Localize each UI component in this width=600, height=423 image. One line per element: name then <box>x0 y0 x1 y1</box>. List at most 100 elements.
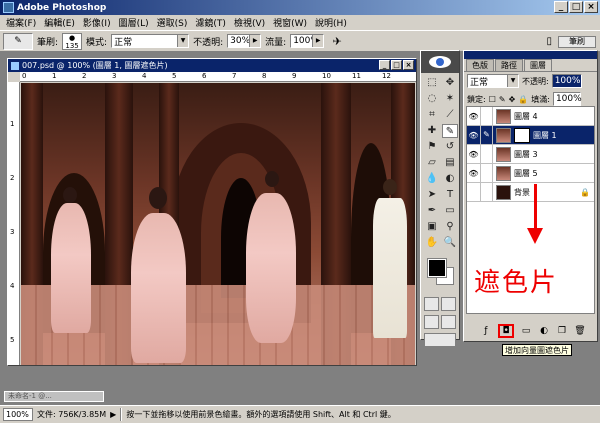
brushes-palette-tab[interactable]: 筆刷 <box>558 35 596 48</box>
close-button[interactable]: × <box>584 1 598 13</box>
jump-to-imageready-button[interactable] <box>424 333 456 347</box>
zoom-tool-icon[interactable]: 🔍 <box>442 236 458 250</box>
layer-opacity-input[interactable]: 100% <box>551 74 582 88</box>
document-title-bar[interactable]: 007.psd @ 100% (圖層 1, 圖層遮色片) _ □ × <box>8 59 416 72</box>
layer-row[interactable]: 👁 圖層 3 <box>467 145 594 164</box>
lock-position-icon[interactable]: ✥ <box>509 95 516 104</box>
opacity-value: 30% <box>230 36 251 46</box>
minimize-button[interactable]: _ <box>554 1 568 13</box>
path-selection-tool-icon[interactable]: ➤ <box>424 188 440 202</box>
palette-title-bar[interactable] <box>464 51 597 59</box>
layer-row[interactable]: 👁 圖層 5 <box>467 164 594 183</box>
airbrush-icon[interactable]: ✈ <box>328 33 346 50</box>
layer-mask-thumbnail[interactable] <box>514 127 530 143</box>
tab-layers[interactable]: 圖層 <box>524 59 552 71</box>
move-tool-icon[interactable]: ✥ <box>442 76 458 90</box>
magic-wand-tool-icon[interactable]: ✶ <box>442 92 458 106</box>
hand-tool-icon[interactable]: ✋ <box>424 236 440 250</box>
new-set-icon[interactable]: ▭ <box>520 326 532 337</box>
lock-pixels-icon[interactable]: ✎ <box>499 95 506 104</box>
marquee-tool-icon[interactable]: ⬚ <box>424 76 440 90</box>
menu-edit[interactable]: 編輯(E) <box>40 16 79 29</box>
layer-link-cell[interactable] <box>481 164 493 182</box>
notes-tool-icon[interactable]: ▣ <box>424 220 440 234</box>
flow-label: 流量: <box>265 37 287 48</box>
brush-tool-icon[interactable]: ✎ <box>442 124 458 138</box>
fill-input[interactable]: 100% <box>552 92 582 106</box>
tool-preset-picker[interactable]: ✎ <box>3 32 33 50</box>
dodge-tool-icon[interactable]: ◐ <box>442 172 458 186</box>
new-layer-icon[interactable]: ❐ <box>556 326 568 337</box>
brush-picker[interactable]: ● 135 <box>62 32 83 50</box>
adjustment-layer-icon[interactable]: ◐ <box>538 326 550 337</box>
ruler-v-tick: 5 <box>10 336 15 344</box>
layer-link-cell[interactable] <box>481 145 493 163</box>
history-brush-tool-icon[interactable]: ↺ <box>442 140 458 154</box>
layer-style-icon[interactable]: ƒ <box>480 326 492 337</box>
lock-transparency-icon[interactable]: ☐ <box>489 95 496 104</box>
blend-mode-select[interactable]: 正常 ▼ <box>467 74 519 88</box>
layer-name: 圖層 3 <box>514 149 538 159</box>
menu-layer[interactable]: 圖層(L) <box>115 16 153 29</box>
eyedropper-tool-icon[interactable]: ⚲ <box>442 220 458 234</box>
opacity-input[interactable]: 30% ▶ <box>227 34 262 48</box>
layer-thumbnail <box>496 108 511 124</box>
horizontal-ruler[interactable]: 0 1 2 3 4 5 6 7 8 9 10 11 12 <box>20 72 416 82</box>
trash-icon[interactable]: 🗑 <box>574 326 586 337</box>
brush-label: 筆刷: <box>37 37 59 48</box>
zoom-input[interactable]: 100% <box>3 408 33 421</box>
layer-row[interactable]: 背景 🔒 <box>467 183 594 202</box>
menu-window[interactable]: 視窗(W) <box>269 16 311 29</box>
menu-view[interactable]: 檢視(V) <box>230 16 269 29</box>
toolbox-header[interactable] <box>421 51 459 73</box>
document-window: 007.psd @ 100% (圖層 1, 圖層遮色片) _ □ × 0 1 2… <box>7 58 417 366</box>
eye-visibility-cell[interactable] <box>467 183 481 201</box>
status-arrow-icon[interactable]: ▶ <box>110 410 116 419</box>
shape-tool-icon[interactable]: ▭ <box>442 204 458 218</box>
mode-select[interactable]: 正常 ▼ <box>111 34 190 48</box>
menu-help[interactable]: 說明(H) <box>311 16 351 29</box>
eraser-tool-icon[interactable]: ▱ <box>424 156 440 170</box>
full-screen-mode-button[interactable] <box>441 315 456 329</box>
menu-filter[interactable]: 濾鏡(T) <box>191 16 230 29</box>
type-tool-icon[interactable]: T <box>442 188 458 202</box>
layer-row[interactable]: 👁 ✎ 圖層 1 <box>467 126 594 145</box>
flow-input[interactable]: 100% ▶ <box>290 34 325 48</box>
lock-all-icon[interactable]: 🔒 <box>518 95 528 104</box>
crop-tool-icon[interactable]: ⌗ <box>424 108 440 122</box>
layer-link-cell[interactable] <box>481 183 493 201</box>
image-canvas[interactable] <box>21 83 415 365</box>
menu-file[interactable]: 檔案(F) <box>2 16 40 29</box>
healing-brush-tool-icon[interactable]: ✚ <box>424 124 440 138</box>
doc-minimize-button[interactable]: _ <box>379 60 390 70</box>
tab-channels[interactable]: 色版 <box>466 59 494 71</box>
ruler-h-tick: 1 <box>52 72 57 80</box>
eye-visibility-icon[interactable]: 👁 <box>467 164 481 182</box>
screen-mode-button[interactable] <box>424 315 439 329</box>
vertical-ruler[interactable]: 1 2 3 4 5 <box>8 82 20 365</box>
eye-visibility-icon[interactable]: 👁 <box>467 145 481 163</box>
menu-select[interactable]: 選取(S) <box>153 16 192 29</box>
standard-mode-button[interactable] <box>424 297 439 311</box>
lasso-tool-icon[interactable]: ◌ <box>424 92 440 106</box>
add-mask-button[interactable]: ◘ <box>498 324 514 338</box>
clone-stamp-tool-icon[interactable]: ⚑ <box>424 140 440 154</box>
eye-visibility-icon[interactable]: 👁 <box>467 126 481 144</box>
menu-image[interactable]: 影像(I) <box>79 16 115 29</box>
minimized-document[interactable]: 未命名-1 @... <box>4 391 104 402</box>
layer-link-cell[interactable] <box>481 107 493 125</box>
layer-row[interactable]: 👁 圖層 4 <box>467 107 594 126</box>
pen-tool-icon[interactable]: ✒ <box>424 204 440 218</box>
blur-tool-icon[interactable]: 💧 <box>424 172 440 186</box>
slice-tool-icon[interactable]: ⟋ <box>442 108 458 122</box>
foreground-color-swatch[interactable] <box>427 258 447 278</box>
eye-visibility-icon[interactable]: 👁 <box>467 107 481 125</box>
maximize-button[interactable]: □ <box>569 1 583 13</box>
doc-maximize-button[interactable]: □ <box>391 60 402 70</box>
gradient-tool-icon[interactable]: ▤ <box>442 156 458 170</box>
tab-paths[interactable]: 路徑 <box>495 59 523 71</box>
palette-well-icon[interactable]: ▯ <box>546 36 552 47</box>
quick-mask-mode-button[interactable] <box>441 297 456 311</box>
color-swatches <box>424 257 456 291</box>
doc-close-button[interactable]: × <box>403 60 414 70</box>
